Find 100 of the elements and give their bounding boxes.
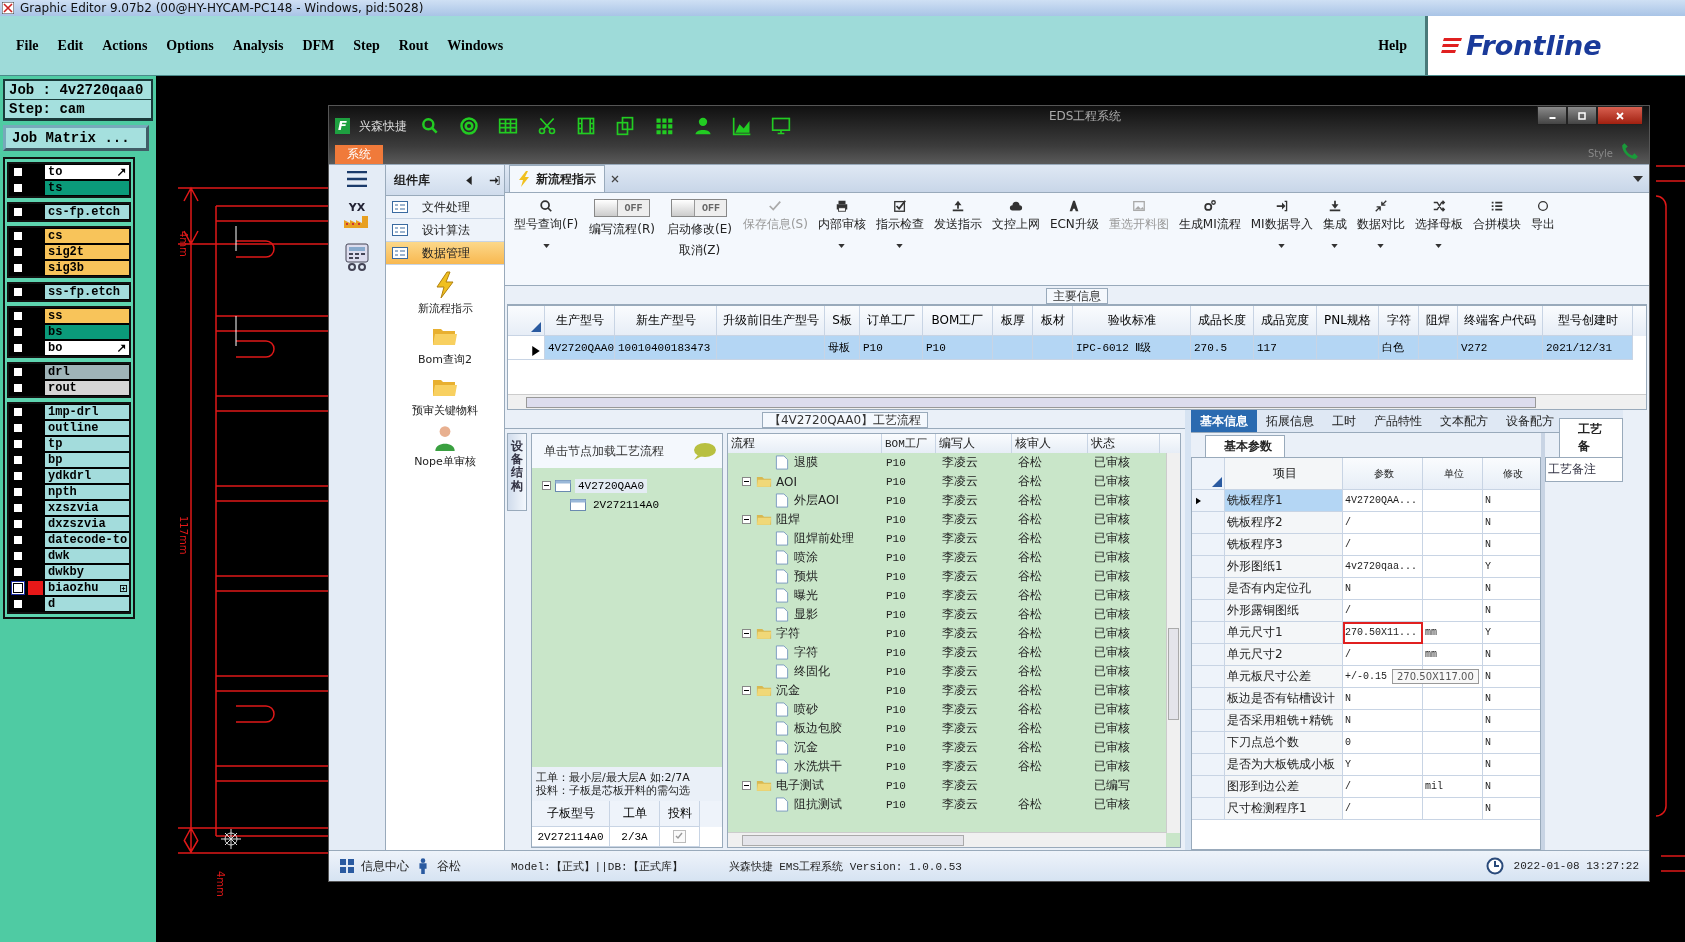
tool-label[interactable]: Nope单审核: [414, 454, 476, 469]
menu-item[interactable]: Actions: [102, 37, 148, 54]
layer-name[interactable]: sig2t: [45, 245, 129, 259]
layer-checkbox[interactable]: [11, 365, 25, 379]
layer-checkbox[interactable]: [11, 597, 25, 611]
menu-item[interactable]: Options: [166, 37, 214, 54]
layer-checkbox[interactable]: [11, 325, 25, 339]
tree-node[interactable]: 阻焊前处理: [794, 530, 854, 547]
tab[interactable]: 基本信息: [1191, 410, 1257, 432]
status-text[interactable]: 信息中心: [361, 857, 409, 875]
layer-checkbox[interactable]: [11, 245, 25, 259]
layer-checkbox[interactable]: [11, 205, 25, 219]
tool-label[interactable]: 新流程指示: [417, 301, 473, 316]
table-row[interactable]: 图形到边公差 / mil N: [1192, 776, 1540, 798]
person-icon[interactable]: [693, 116, 713, 136]
collapse-icon[interactable]: [742, 686, 751, 695]
column-header[interactable]: 参数: [1343, 458, 1423, 490]
layer-checkbox[interactable]: [11, 381, 25, 395]
help-menu[interactable]: Help: [1378, 37, 1407, 54]
layer-checkbox[interactable]: [11, 453, 25, 467]
layer-checkbox[interactable]: [11, 533, 25, 547]
table-row[interactable]: 尺寸检测程序1 / N: [1192, 798, 1540, 820]
layer-checkbox[interactable]: [11, 309, 25, 323]
category-item[interactable]: 设计算法: [386, 219, 504, 242]
chart-icon[interactable]: [732, 116, 752, 136]
tree-node[interactable]: 预烘: [794, 568, 818, 585]
tab[interactable]: 产品特性: [1365, 410, 1431, 432]
menu-item[interactable]: Edit: [57, 37, 84, 54]
menu-icon[interactable]: [347, 171, 367, 187]
layer-checkbox[interactable]: [11, 341, 25, 355]
tree-node[interactable]: 字符: [794, 644, 818, 661]
minimize-button[interactable]: [1537, 106, 1567, 125]
table-icon[interactable]: [498, 116, 518, 136]
collapse-icon[interactable]: [742, 629, 751, 638]
layer-name[interactable]: dxzszvia: [45, 517, 129, 531]
tree-node[interactable]: 电子测试: [776, 777, 824, 794]
table-row[interactable]: 铣板程序2 / N: [1192, 512, 1540, 534]
tab[interactable]: 工时: [1323, 410, 1365, 432]
tree-node[interactable]: 外层AOI: [794, 492, 839, 509]
sub-tab[interactable]: 基本参数: [1205, 435, 1285, 457]
tree-node[interactable]: 显影: [794, 606, 818, 623]
layer-name[interactable]: biaozhu: [45, 581, 129, 595]
scrollbar[interactable]: [1166, 453, 1180, 833]
layer-checkbox[interactable]: [11, 549, 25, 563]
table-row[interactable]: 单元尺寸2 / mm N: [1192, 644, 1540, 666]
scrollbar[interactable]: [508, 394, 1646, 409]
toolbar-button[interactable]: 选择母板: [1409, 199, 1468, 248]
tool-label[interactable]: Bom查询2: [418, 352, 472, 367]
layer-name[interactable]: to: [45, 165, 129, 179]
layer-checkbox[interactable]: [11, 405, 25, 419]
layer-checkbox[interactable]: [11, 285, 25, 299]
layer-checkbox[interactable]: [11, 261, 25, 275]
column-header[interactable]: 投料: [660, 801, 700, 827]
vertical-tab[interactable]: 设备结构: [507, 433, 527, 511]
toggle-switch[interactable]: OFF: [671, 199, 728, 217]
column-header[interactable]: 状态: [1088, 434, 1160, 453]
tab[interactable]: 拓展信息: [1257, 410, 1323, 432]
menu-item[interactable]: Step: [353, 37, 380, 54]
tree-node[interactable]: 终固化: [794, 663, 830, 680]
collapse-icon[interactable]: [542, 481, 551, 490]
tree-node[interactable]: 曝光: [794, 587, 818, 604]
toolbar-button[interactable]: 发送指示: [928, 199, 987, 233]
layer-name[interactable]: outline: [45, 421, 129, 435]
tree-node[interactable]: 板边包胶: [794, 720, 842, 737]
layer-name[interactable]: npth: [45, 485, 129, 499]
table-row[interactable]: 单元尺寸1 270.50X11... mm Y: [1192, 622, 1540, 644]
layer-checkbox[interactable]: [11, 485, 25, 499]
document-tab[interactable]: 新流程指示: [509, 165, 605, 192]
layer-checkbox[interactable]: [11, 517, 25, 531]
dropdown-icon[interactable]: [1633, 176, 1643, 182]
layer-checkbox[interactable]: [11, 501, 25, 515]
layer-name[interactable]: datecode-to: [45, 533, 129, 547]
table-row[interactable]: 板边是否有钻槽设计 N N: [1192, 688, 1540, 710]
table-row[interactable]: 是否采用粗铣+精铣 N N: [1192, 710, 1540, 732]
table-row[interactable]: 是否为大板铣成小板 Y N: [1192, 754, 1540, 776]
collapse-icon[interactable]: [742, 515, 751, 524]
table-row[interactable]: 外形图纸1 4v2720qaa... Y: [1192, 556, 1540, 578]
table-row[interactable]: 4V2720QAA0 10010400183473 母板 P10 P10 IPC-6012 Ⅱ级 270.5 117 白色 V272 2021/12/31: [508, 336, 1646, 360]
toolbar-button[interactable]: 集成: [1317, 199, 1352, 248]
checkbox[interactable]: [673, 830, 686, 843]
layer-checkbox[interactable]: [11, 565, 25, 579]
tab[interactable]: 文本配方: [1431, 410, 1497, 432]
tree-node[interactable]: 2V272114A0: [590, 497, 662, 512]
category-item[interactable]: 数据管理: [386, 242, 504, 265]
layer-name[interactable]: cs: [45, 229, 129, 243]
menu-item[interactable]: DFM: [302, 37, 335, 54]
layer-name[interactable]: cs-fp.etch: [45, 205, 129, 219]
monitor-icon[interactable]: [771, 116, 791, 136]
list-item[interactable]: 工艺备注: [1545, 457, 1623, 482]
toolbar-button[interactable]: ECN升级: [1044, 199, 1104, 233]
collapse-icon[interactable]: [464, 174, 475, 186]
toolbar-button[interactable]: 合拼模块: [1467, 199, 1526, 233]
layer-name[interactable]: bo: [45, 341, 129, 355]
tree-node[interactable]: 沉金: [794, 739, 818, 756]
table-row[interactable]: 铣板程序3 / N: [1192, 534, 1540, 556]
layer-name[interactable]: bs: [45, 325, 129, 339]
menu-item[interactable]: Windows: [447, 37, 504, 54]
category-item[interactable]: 文件处理: [386, 196, 504, 219]
layer-name[interactable]: ts: [45, 181, 129, 195]
toolbar-button[interactable]: 指示检查: [870, 199, 929, 248]
